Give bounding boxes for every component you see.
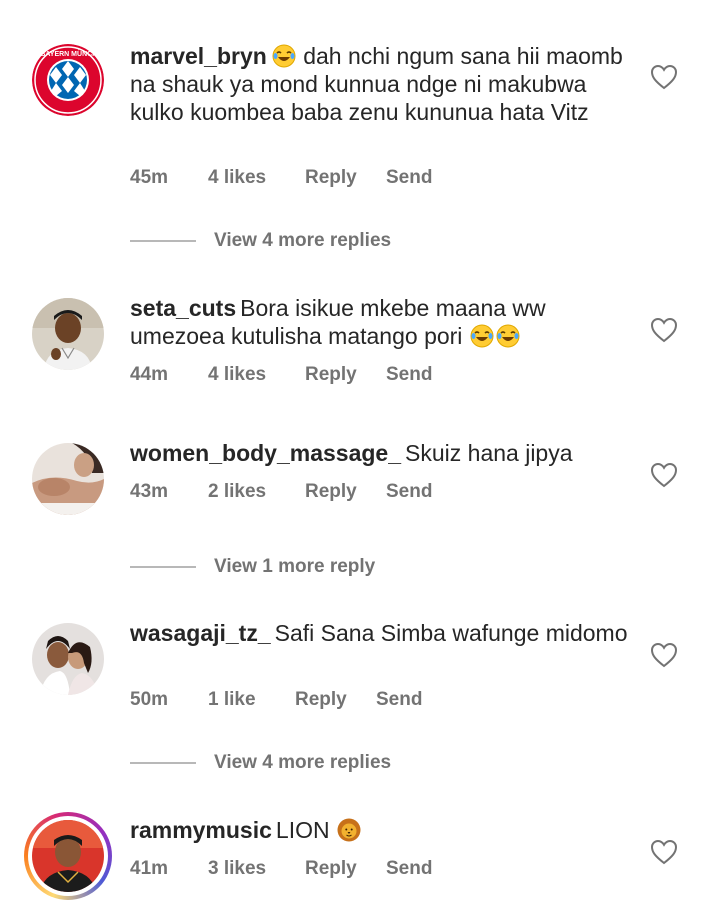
comment-body: women_body_massage_ Skuiz hana jipya	[130, 439, 630, 467]
reply-button[interactable]: Reply	[305, 481, 386, 503]
divider-line	[130, 240, 196, 242]
heart-outline-icon[interactable]	[650, 642, 678, 668]
comment-meta: 45m 4 likes Reply Send	[130, 167, 432, 189]
fc-bayern-logo: FC BAYERN MÜNCHEN	[32, 44, 104, 116]
comment-body: wasagaji_tz_ Safi Sana Simba wafunge mido…	[130, 619, 630, 647]
reply-button[interactable]: Reply	[305, 167, 386, 189]
comment-time: 43m	[130, 481, 169, 502]
heart-outline-icon[interactable]	[650, 462, 678, 488]
comment-time: 41m	[130, 858, 169, 879]
view-more-label[interactable]: View 1 more reply	[214, 556, 375, 578]
man-photo	[32, 298, 104, 370]
comment-username[interactable]: women_body_massage_	[130, 440, 401, 466]
divider-line	[130, 566, 196, 568]
likes-count[interactable]: 4 likes	[208, 364, 305, 386]
heart-outline-icon[interactable]	[650, 839, 678, 865]
view-more-label[interactable]: View 4 more replies	[214, 752, 391, 774]
laughing-tears-emoji	[470, 324, 494, 348]
heart-outline-icon[interactable]	[650, 64, 678, 90]
avatar[interactable]	[32, 623, 104, 695]
laughing-tears-emoji	[272, 44, 296, 68]
likes-count[interactable]: 4 likes	[208, 167, 305, 189]
send-button[interactable]: Send	[386, 167, 432, 189]
artist-photo	[32, 820, 104, 892]
comment-username[interactable]: seta_cuts	[130, 295, 236, 321]
laughing-tears-emoji	[496, 324, 520, 348]
avatar[interactable]	[32, 298, 104, 370]
reply-button[interactable]: Reply	[305, 858, 386, 880]
comment-body: marvel_bryn dah nchi ngum sana hii maomb…	[130, 42, 630, 126]
comment-meta: 50m 1 like Reply Send	[130, 689, 422, 711]
reply-button[interactable]: Reply	[295, 689, 376, 711]
view-more-replies[interactable]: View 4 more replies	[130, 752, 391, 774]
comment-meta: 41m 3 likes Reply Send	[130, 858, 432, 880]
avatar[interactable]: FC BAYERN MÜNCHEN	[32, 44, 104, 116]
view-more-label[interactable]: View 4 more replies	[214, 230, 391, 252]
comment-username[interactable]: marvel_bryn	[130, 43, 267, 69]
send-button[interactable]: Send	[386, 364, 432, 386]
massage-photo	[32, 443, 104, 515]
comment-time: 44m	[130, 364, 169, 385]
view-more-replies[interactable]: View 1 more reply	[130, 556, 375, 578]
comment-time: 45m	[130, 167, 169, 188]
send-button[interactable]: Send	[376, 689, 422, 711]
comment-time: 50m	[130, 689, 169, 710]
divider-line	[130, 762, 196, 764]
couple-photo	[32, 623, 104, 695]
avatar[interactable]	[32, 443, 104, 515]
logo-text: FC BAYERN MÜNCHEN	[32, 49, 104, 58]
lion-emoji	[337, 818, 361, 842]
likes-count[interactable]: 2 likes	[208, 481, 305, 503]
comment-meta: 43m 2 likes Reply Send	[130, 481, 432, 503]
avatar	[28, 816, 108, 896]
send-button[interactable]: Send	[386, 858, 432, 880]
avatar-story-ring[interactable]	[24, 812, 112, 900]
likes-count[interactable]: 3 likes	[208, 858, 305, 880]
comment-username[interactable]: wasagaji_tz_	[130, 620, 271, 646]
comment-text: LION	[275, 817, 330, 843]
comment-meta: 44m 4 likes Reply Send	[130, 364, 432, 386]
comment-body: rammymusic LION	[130, 816, 630, 844]
reply-button[interactable]: Reply	[305, 364, 386, 386]
comment-text: Skuiz hana jipya	[405, 440, 573, 466]
comment-body: seta_cuts Bora isikue mkebe maana ww umez…	[130, 294, 630, 350]
heart-outline-icon[interactable]	[650, 317, 678, 343]
likes-count[interactable]: 1 like	[208, 689, 295, 711]
view-more-replies[interactable]: View 4 more replies	[130, 230, 391, 252]
send-button[interactable]: Send	[386, 481, 432, 503]
comment-text: Safi Sana Simba wafunge midomo	[274, 620, 628, 646]
comment-username[interactable]: rammymusic	[130, 817, 272, 843]
